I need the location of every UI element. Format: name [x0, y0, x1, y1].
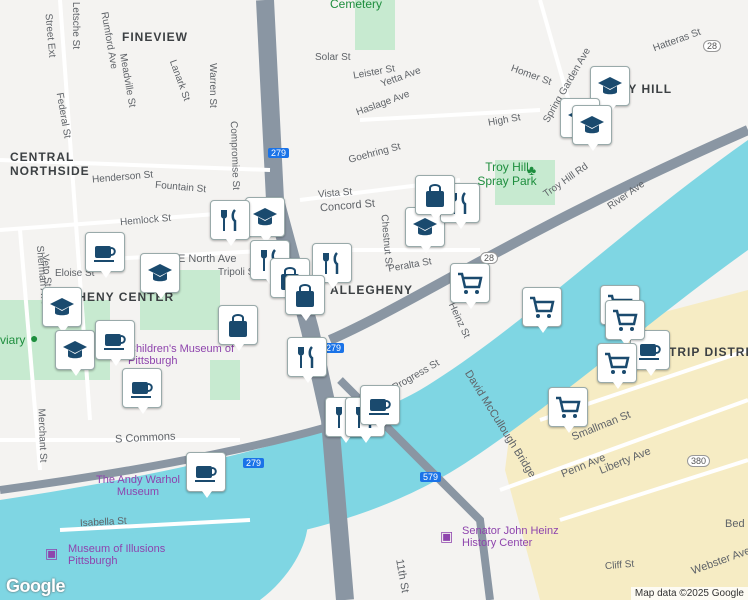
cafe-icon	[131, 382, 153, 398]
poi-label-warhol[interactable]: The Andy Warhol Museum	[83, 474, 193, 498]
poi-label-childrens-museum[interactable]: Children's Museum of Pittsburgh	[128, 343, 238, 367]
zoo-icon: ●	[30, 330, 39, 346]
route-shield: 28	[703, 40, 722, 52]
street-label: Letsche St	[70, 1, 82, 50]
map-pin-cafe[interactable]	[360, 385, 400, 431]
map-pin-shopping-bag[interactable]	[218, 305, 258, 351]
map-pin-school[interactable]	[572, 105, 612, 151]
school-icon	[580, 116, 604, 134]
cafe-icon	[369, 399, 391, 415]
school-icon	[148, 264, 172, 282]
restaurant-icon	[298, 346, 314, 368]
cafe-icon	[94, 246, 116, 262]
school-icon	[50, 298, 74, 316]
area-label-strip-district: STRIP DISTRICT	[660, 345, 748, 359]
map-pin-shopping-cart[interactable]	[597, 343, 637, 389]
area-label-central-northside: CENTRAL NORTHSIDE	[10, 150, 90, 178]
map-pin-school[interactable]	[245, 197, 285, 243]
shopping-cart-icon	[613, 309, 638, 331]
school-icon	[63, 341, 87, 359]
area-label-allegheny: ALLEGHENY	[330, 283, 414, 297]
restaurant-icon	[323, 252, 339, 274]
museum-icon: ▣	[45, 545, 59, 561]
poi-label-heinz[interactable]: Senator John Heinz History Center	[462, 525, 562, 549]
shopping-bag-icon	[296, 284, 314, 307]
route-shield: 380	[687, 455, 711, 467]
shopping-cart-icon	[458, 272, 483, 294]
museum-icon: ▣	[440, 528, 454, 544]
shopping-bag-icon	[426, 184, 444, 207]
map-pin-shopping-bag[interactable]	[415, 175, 455, 221]
map-pin-cafe[interactable]	[186, 452, 226, 498]
shopping-cart-icon	[605, 352, 630, 374]
map-pin-shopping-cart[interactable]	[450, 263, 490, 309]
map-pin-cafe[interactable]	[122, 368, 162, 414]
map-pin-cafe[interactable]	[95, 320, 135, 366]
area-label-fineview: FINEVIEW	[122, 30, 189, 44]
interstate-shield: 279	[243, 458, 265, 468]
street-label: Warren St	[206, 63, 218, 108]
map-pin-shopping-cart[interactable]	[605, 300, 645, 346]
shopping-cart-icon	[530, 296, 555, 318]
cafe-icon	[104, 334, 126, 350]
street-label: Bed	[725, 518, 745, 530]
map-pin-shopping-cart[interactable]	[548, 387, 588, 433]
map-pin-school[interactable]	[55, 330, 95, 376]
map-pin-school[interactable]	[140, 253, 180, 299]
restaurant-icon	[221, 209, 237, 231]
map-pin-shopping-cart[interactable]	[522, 287, 562, 333]
interstate-shield: 579	[420, 472, 442, 482]
google-logo: Google	[6, 576, 66, 596]
street-label: Solar St	[315, 52, 351, 63]
street-label: E North Ave	[178, 253, 237, 265]
map-pin-cafe[interactable]	[85, 232, 125, 278]
poi-label-aviary: viary	[0, 333, 26, 347]
interstate-shield: 279	[268, 148, 290, 158]
map-pin-restaurant[interactable]	[287, 337, 327, 383]
street-label: Merchant St	[35, 408, 49, 463]
map-attribution[interactable]: Map data ©2025 Google	[630, 587, 748, 600]
poi-label-cemetery: Cemetery	[330, 0, 383, 11]
park-icon: ♣	[527, 162, 537, 178]
shopping-bag-icon	[229, 314, 247, 337]
cafe-icon	[195, 466, 217, 482]
shopping-cart-icon	[556, 396, 581, 418]
map-pin-restaurant[interactable]	[210, 200, 250, 246]
map-canvas[interactable]: FINEVIEW CENTRAL NORTHSIDE ALLEGHENY TRO…	[0, 0, 748, 600]
map-pin-shopping-bag[interactable]	[285, 275, 325, 321]
poi-label-illusions[interactable]: Museum of Illusions Pittsburgh	[68, 543, 198, 567]
school-icon	[253, 208, 277, 226]
map-pin-school[interactable]	[42, 287, 82, 333]
street-label: Compromise St	[227, 120, 242, 191]
school-icon	[598, 77, 622, 95]
